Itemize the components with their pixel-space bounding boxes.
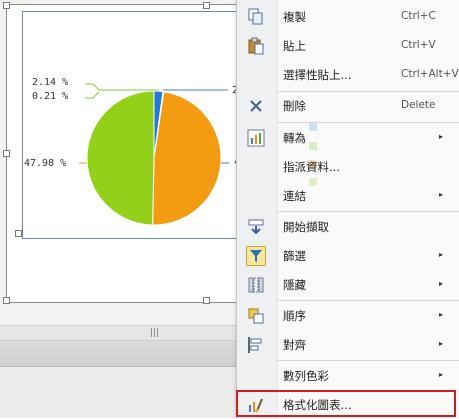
menu-item-label: 指派資料...	[283, 160, 340, 174]
scrollbar-grip[interactable]: |||	[150, 328, 159, 338]
menu-item-shortcut: Ctrl+C	[401, 10, 436, 22]
align-icon	[247, 336, 265, 354]
menu-item-link[interactable]: 連結 ▸	[237, 182, 459, 210]
menu-item-label: 數列色彩	[283, 369, 329, 383]
pie-chart-frame[interactable]: 2.14 % 0.21 % 47.98 % 2 47	[22, 11, 246, 239]
menu-item-label: 刪除	[283, 99, 306, 113]
horizontal-scrollbar[interactable]: |||	[0, 325, 236, 341]
menu-item-align[interactable]: 對齊 ▸	[237, 331, 459, 359]
menu-item-paste[interactable]: 貼上 Ctrl+V	[237, 32, 459, 60]
menu-separator	[277, 211, 459, 212]
pie-leader-line	[85, 83, 159, 91]
menu-item-shortcut: Ctrl+Alt+V	[401, 68, 459, 80]
resize-handle-tl[interactable]	[3, 2, 10, 9]
drill-down-icon	[247, 218, 265, 236]
highlight-box	[236, 390, 456, 417]
pie-slice-3[interactable]	[152, 91, 222, 226]
context-menu: 複製 Ctrl+C 貼上 Ctrl+V 選擇性貼上... Ctrl+Alt+V …	[236, 0, 459, 418]
menu-separator	[277, 300, 459, 301]
pie-leader-line	[85, 91, 100, 99]
menu-item-copy[interactable]: 複製 Ctrl+C	[237, 3, 459, 31]
menu-item-label: 轉為	[283, 131, 306, 145]
menu-item-shortcut: Delete	[401, 99, 436, 111]
copy-icon	[247, 8, 265, 26]
resize-handle-bm[interactable]	[203, 297, 210, 304]
delete-icon	[247, 97, 265, 115]
menu-item-shortcut: Ctrl+V	[401, 39, 436, 51]
bottom-panel	[0, 367, 236, 418]
menu-item-label: 隱藏	[283, 278, 306, 292]
convert-chart-icon	[247, 129, 265, 147]
submenu-arrow-icon: ▸	[439, 190, 444, 199]
menu-item-label: 順序	[283, 309, 306, 323]
pie-label-2: 0.21 %	[32, 91, 69, 102]
filter-icon	[246, 246, 266, 266]
menu-separator	[277, 122, 459, 123]
menu-item-label: 貼上	[283, 39, 306, 53]
submenu-arrow-icon: ▸	[439, 250, 444, 259]
menu-item-convert[interactable]: 轉為 ▸	[237, 124, 459, 152]
menu-item-paste-special[interactable]: 選擇性貼上... Ctrl+Alt+V	[237, 61, 459, 89]
menu-item-series-colors[interactable]: 數列色彩 ▸	[237, 362, 459, 390]
menu-item-filter[interactable]: 篩選 ▸	[237, 242, 459, 270]
pie-label-1: 2.14 %	[32, 77, 69, 88]
submenu-arrow-icon: ▸	[439, 370, 444, 379]
menu-item-label: 連結	[283, 189, 306, 203]
menu-item-label: 對齊	[283, 338, 306, 352]
submenu-arrow-icon: ▸	[439, 132, 444, 141]
paste-icon	[247, 37, 265, 55]
hide-columns-icon	[247, 276, 265, 294]
menu-item-order[interactable]: 順序 ▸	[237, 302, 459, 330]
submenu-arrow-icon: ▸	[439, 339, 444, 348]
order-icon	[247, 307, 265, 325]
menu-item-assign-data[interactable]: 指派資料...	[237, 153, 459, 181]
resize-handle-tm[interactable]	[203, 2, 210, 9]
pie-slice-4[interactable]	[86, 90, 155, 226]
resize-handle-ml[interactable]	[3, 150, 10, 157]
menu-item-label: 複製	[283, 10, 306, 24]
menu-item-start-drill[interactable]: 開始擷取	[237, 213, 459, 241]
menu-separator	[277, 360, 459, 361]
menu-item-hide[interactable]: 隱藏 ▸	[237, 271, 459, 299]
chart-handle-bl[interactable]	[15, 230, 22, 237]
resize-handle-bl[interactable]	[3, 297, 10, 304]
menu-item-delete[interactable]: 刪除 Delete	[237, 92, 459, 120]
menu-item-label: 開始擷取	[283, 220, 329, 234]
pie-chart[interactable]	[23, 12, 245, 238]
report-element[interactable]: 2.14 % 0.21 % 47.98 % 2 47	[3, 2, 246, 304]
menu-item-label: 篩選	[283, 249, 306, 263]
submenu-arrow-icon: ▸	[439, 279, 444, 288]
bottom-panel-header	[0, 341, 236, 367]
menu-item-label: 選擇性貼上...	[283, 68, 352, 82]
submenu-arrow-icon: ▸	[439, 310, 444, 319]
pie-label-3: 47.98 %	[24, 158, 67, 169]
